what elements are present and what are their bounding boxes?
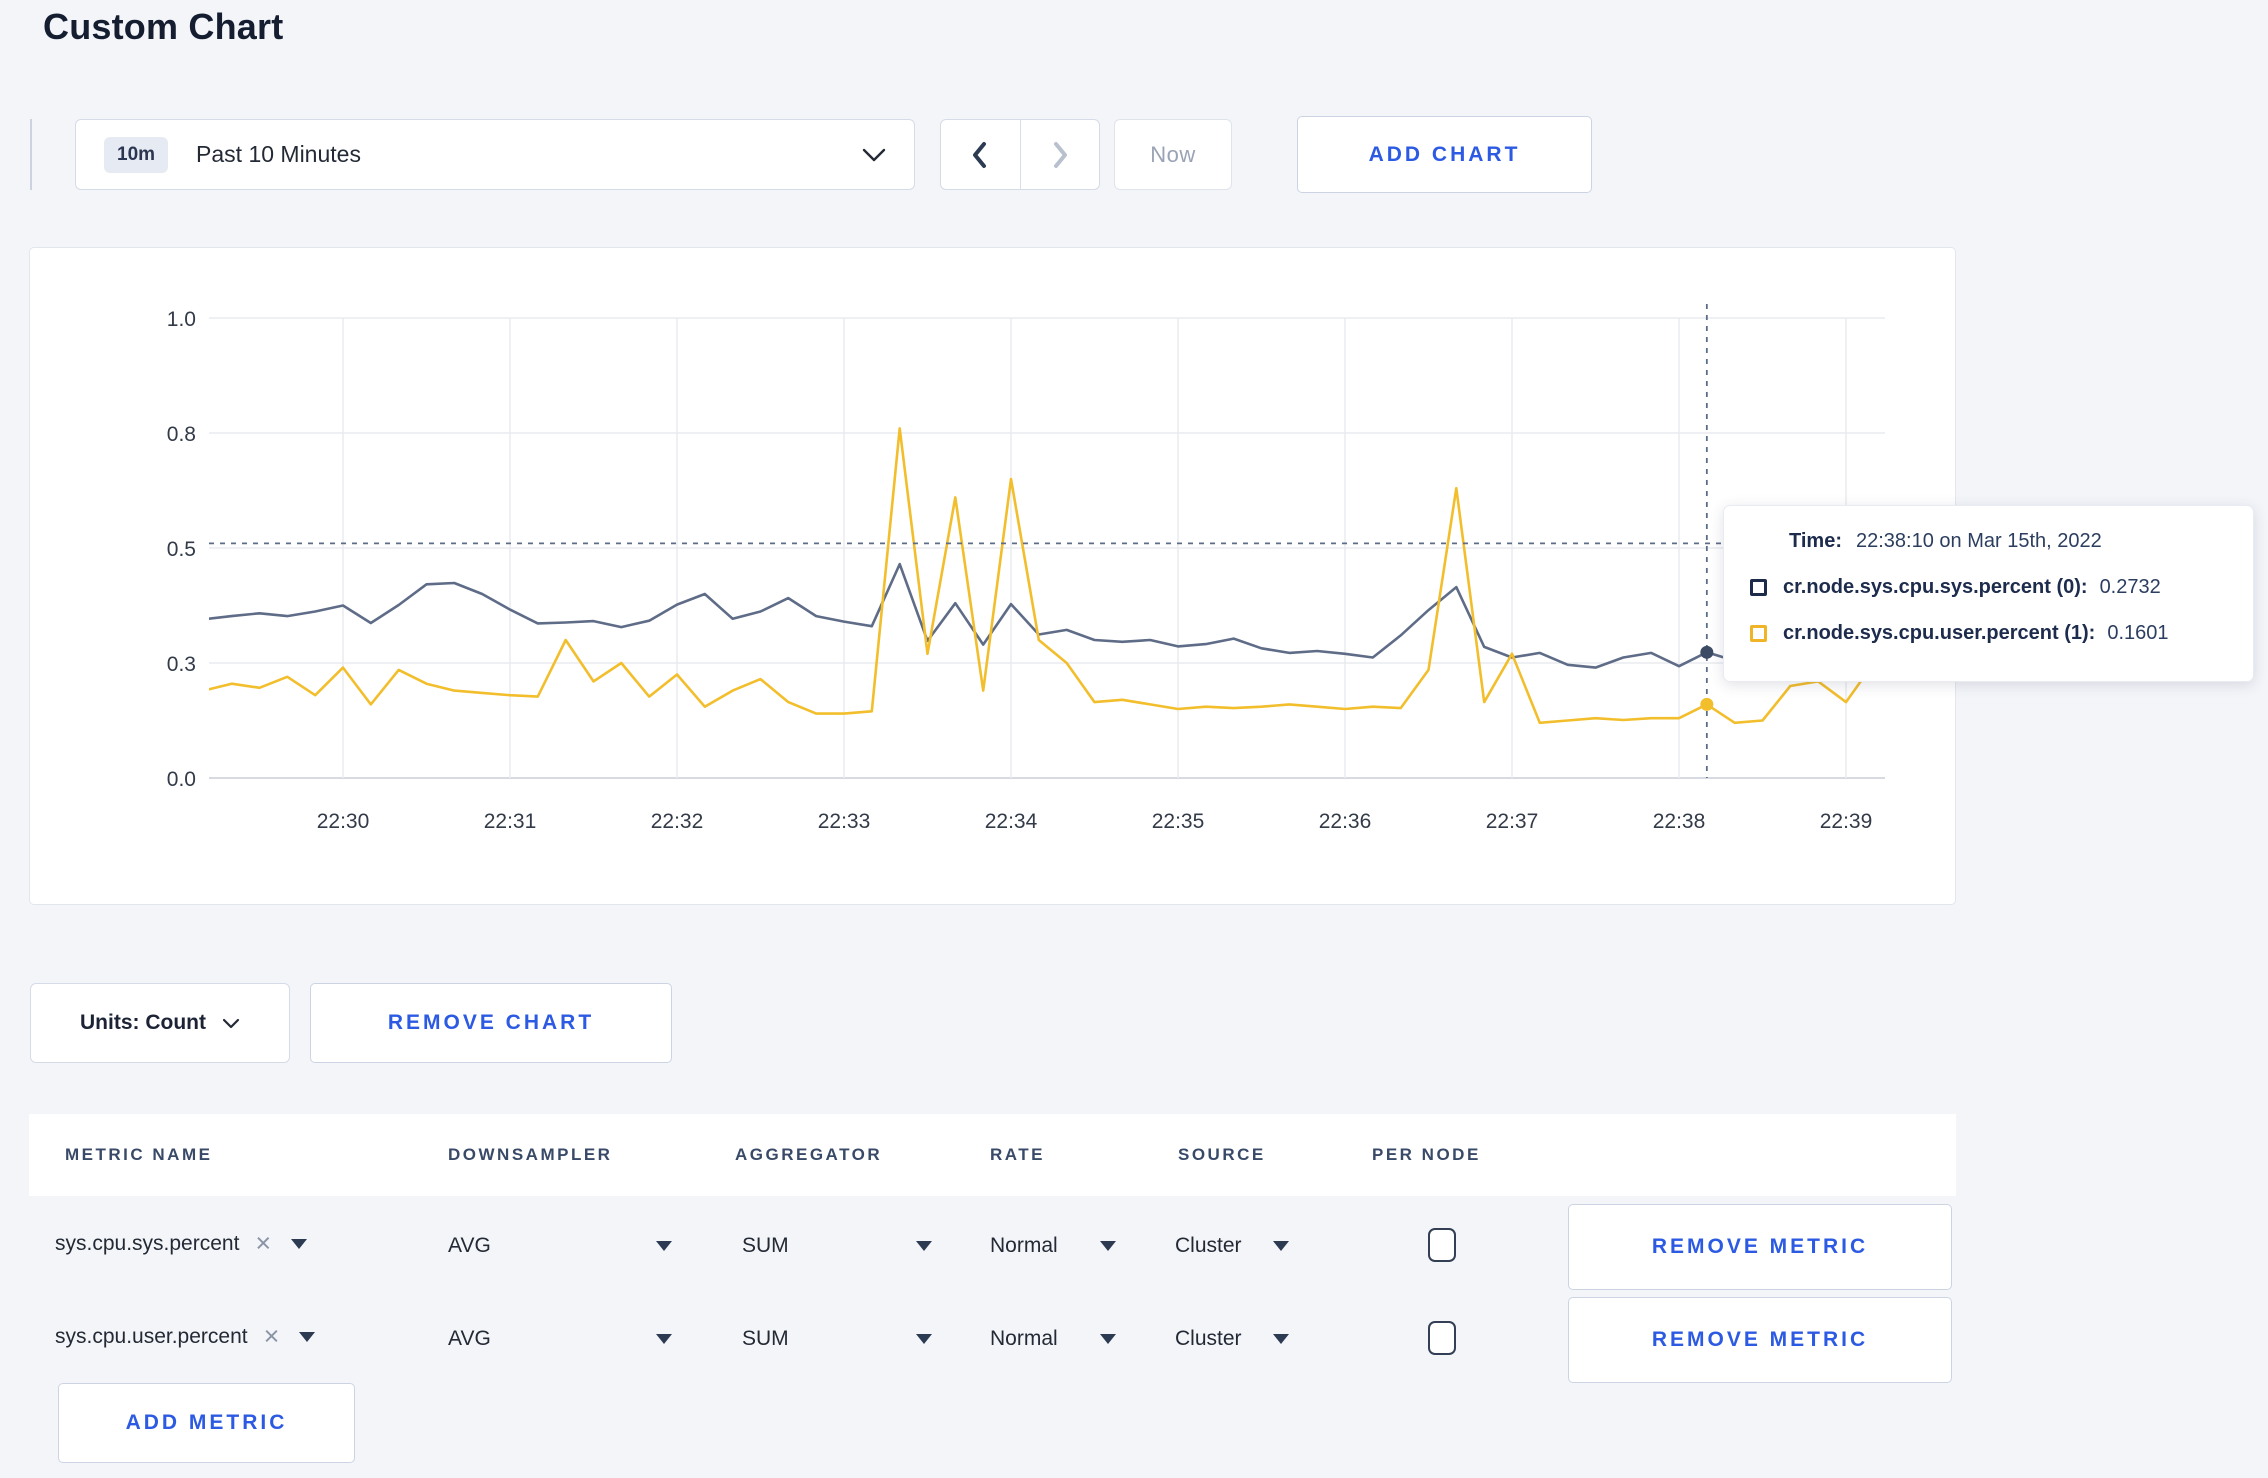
- clear-metric-icon[interactable]: ×: [255, 1230, 271, 1257]
- time-window-pager: [940, 119, 1100, 190]
- rate-select[interactable]: Normal: [990, 1327, 1116, 1351]
- caret-down-icon: [299, 1331, 316, 1342]
- remove-metric-button[interactable]: REMOVE METRIC: [1568, 1204, 1952, 1290]
- aggregator-select[interactable]: SUM: [742, 1327, 932, 1351]
- clear-metric-icon[interactable]: ×: [264, 1323, 280, 1350]
- remove-chart-button[interactable]: REMOVE CHART: [310, 983, 672, 1063]
- add-chart-button[interactable]: ADD CHART: [1297, 116, 1592, 193]
- x-axis-tick-label: 22:33: [818, 810, 871, 833]
- rate-select[interactable]: Normal: [990, 1234, 1116, 1258]
- y-axis-tick-label: 1.0: [167, 308, 196, 331]
- tooltip-time-value: 22:38:10 on Mar 15th, 2022: [1855, 530, 2102, 552]
- time-range-badge: 10m: [104, 136, 169, 173]
- series-line: [209, 562, 1876, 669]
- col-header-source: SOURCE: [1178, 1145, 1266, 1164]
- metric-name-select[interactable]: sys.cpu.user.percent ×: [55, 1323, 316, 1350]
- col-header-metric-name: METRIC NAME: [65, 1145, 213, 1164]
- chevron-down-icon: [862, 148, 886, 162]
- x-axis-tick-label: 22:39: [1820, 810, 1873, 833]
- caret-down-icon: [656, 1334, 672, 1344]
- per-node-checkbox[interactable]: [1428, 1228, 1456, 1262]
- next-window-button[interactable]: [1021, 120, 1100, 189]
- tooltip-series-label: cr.node.sys.cpu.sys.percent (0):: [1783, 576, 2088, 598]
- units-select[interactable]: Units: Count: [30, 983, 290, 1063]
- chevron-left-icon: [973, 141, 987, 168]
- now-button[interactable]: Now: [1114, 119, 1232, 190]
- x-axis-tick-label: 22:38: [1653, 810, 1706, 833]
- hover-marker-dot: [1700, 697, 1714, 711]
- add-metric-button[interactable]: ADD METRIC: [58, 1383, 355, 1463]
- custom-chart-page: Custom Chart 10m Past 10 Minutes Now ADD…: [0, 0, 2268, 1478]
- caret-down-icon: [916, 1241, 932, 1251]
- toolbar-left-rule: [30, 119, 32, 190]
- tooltip-time-row: Time: 22:38:10 on Mar 15th, 2022: [1789, 530, 2227, 553]
- downsampler-select[interactable]: AVG: [448, 1234, 672, 1258]
- per-node-checkbox[interactable]: [1428, 1321, 1456, 1355]
- hover-marker-dot: [1700, 645, 1714, 659]
- caret-down-icon: [1273, 1334, 1289, 1344]
- caret-down-icon: [656, 1241, 672, 1251]
- x-axis-tick-label: 22:30: [317, 810, 370, 833]
- downsampler-select[interactable]: AVG: [448, 1327, 672, 1351]
- chart-plot[interactable]: 1.0 0.8 0.5 0.3 0.0 22:30 22:31 22:32 22:33 22:34…: [30, 248, 1957, 906]
- caret-down-icon: [1100, 1241, 1116, 1251]
- caret-down-icon: [1273, 1241, 1289, 1251]
- remove-metric-button[interactable]: REMOVE METRIC: [1568, 1297, 1952, 1383]
- metric-name-select[interactable]: sys.cpu.sys.percent ×: [55, 1230, 308, 1257]
- x-axis-tick-label: 22:35: [1152, 810, 1205, 833]
- chart-card: 1.0 0.8 0.5 0.3 0.0 22:30 22:31 22:32 22:33 22:34…: [29, 247, 1956, 905]
- x-axis-tick-label: 22:31: [484, 810, 537, 833]
- time-range-select[interactable]: 10m Past 10 Minutes: [75, 119, 915, 190]
- chart-tooltip: Time: 22:38:10 on Mar 15th, 2022 cr.node…: [1723, 505, 2254, 682]
- x-axis-tick-label: 22:32: [651, 810, 704, 833]
- tooltip-series-row: cr.node.sys.cpu.user.percent (1): 0.1601: [1750, 622, 2227, 645]
- x-axis-tick-label: 22:36: [1319, 810, 1372, 833]
- x-axis-tick-label: 22:34: [985, 810, 1038, 833]
- time-range-label: Past 10 Minutes: [196, 141, 361, 167]
- series-line: [209, 427, 1876, 725]
- y-axis-tick-label: 0.0: [167, 768, 196, 791]
- col-header-rate: RATE: [990, 1145, 1046, 1164]
- caret-down-icon: [916, 1334, 932, 1344]
- tooltip-series-value: 0.1601: [2107, 622, 2169, 644]
- caret-down-icon: [1100, 1334, 1116, 1344]
- x-axis-tick-label: 22:37: [1486, 810, 1539, 833]
- chevron-right-icon: [1053, 141, 1067, 168]
- col-header-downsampler: DOWNSAMPLER: [448, 1145, 613, 1164]
- tooltip-time-label: Time:: [1789, 530, 1842, 552]
- y-axis-tick-label: 0.8: [167, 423, 196, 446]
- chevron-down-icon: [222, 1018, 240, 1028]
- caret-down-icon: [291, 1238, 308, 1249]
- prev-window-button[interactable]: [941, 120, 1021, 189]
- y-axis-tick-label: 0.5: [167, 538, 196, 561]
- source-select[interactable]: Cluster: [1175, 1234, 1289, 1258]
- tooltip-series-label: cr.node.sys.cpu.user.percent (1):: [1783, 622, 2096, 644]
- series-swatch-sys-icon: [1750, 579, 1767, 596]
- source-select[interactable]: Cluster: [1175, 1327, 1289, 1351]
- y-axis-tick-label: 0.3: [167, 653, 196, 676]
- page-title: Custom Chart: [43, 6, 284, 47]
- col-header-aggregator: AGGREGATOR: [735, 1145, 883, 1164]
- tooltip-series-value: 0.2732: [2099, 576, 2161, 598]
- col-header-per-node: PER NODE: [1372, 1145, 1481, 1164]
- series-swatch-user-icon: [1750, 625, 1767, 642]
- aggregator-select[interactable]: SUM: [742, 1234, 932, 1258]
- tooltip-series-row: cr.node.sys.cpu.sys.percent (0): 0.2732: [1750, 576, 2227, 599]
